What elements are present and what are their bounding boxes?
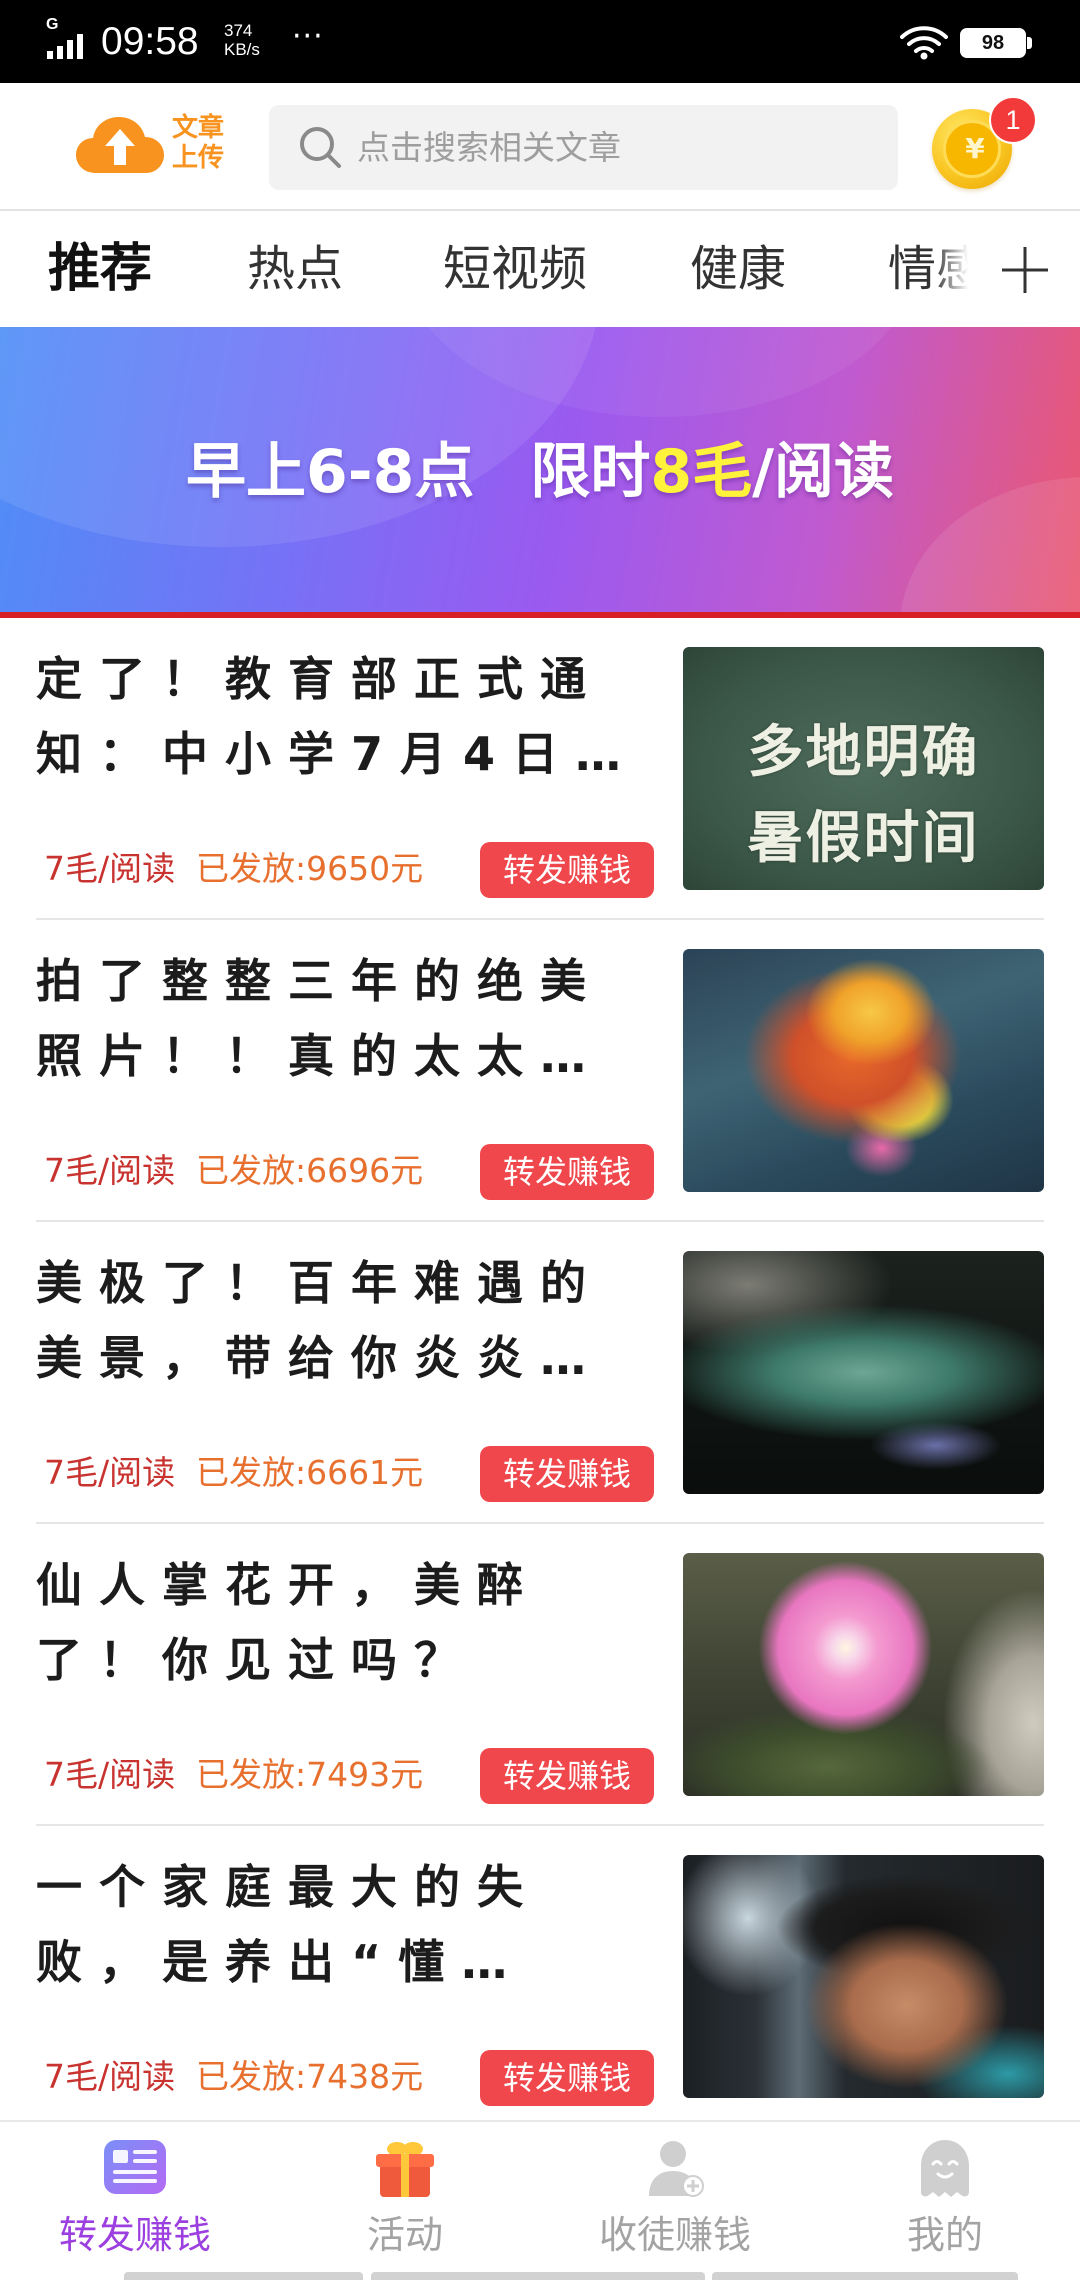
clock-time: 09:58 — [101, 20, 199, 63]
search-input[interactable] — [357, 105, 877, 190]
gift-icon — [376, 2142, 434, 2197]
article-title-line: 一个家庭最大的失 — [36, 1860, 540, 1914]
article-thumbnail[interactable] — [683, 949, 1044, 1192]
signal-icon — [47, 34, 83, 59]
article-title-line: 美极了！百年难遇的 — [36, 1256, 603, 1310]
nav-recruit-earn[interactable]: 收徒赚钱 — [540, 2122, 810, 2280]
more-notifications-icon: ··· — [292, 19, 324, 54]
article-title-line: 定了！教育部正式通 — [36, 652, 603, 706]
status-bar: G 09:58 374 KB/s ··· 98 — [0, 0, 1080, 83]
top-header: 文章 上传 ¥ 1 — [0, 83, 1080, 211]
article-rate: 7毛/阅读 — [44, 1453, 176, 1492]
category-tabs: 推荐 热点 短视频 健康 情感 — [0, 211, 1080, 327]
tabs-fade-overlay — [934, 211, 968, 327]
network-type: G — [46, 16, 59, 33]
article-title[interactable]: 美极了！百年难遇的 美景，带给你炎炎… — [36, 1246, 656, 1396]
profile-face-icon — [921, 2140, 969, 2197]
article-paid-amount: 已发放:7438元 — [196, 2057, 424, 2096]
network-speed: 374 KB/s — [224, 21, 288, 59]
share-earn-button[interactable]: 转发赚钱 — [480, 1144, 654, 1200]
nav-label: 收徒赚钱 — [598, 2213, 751, 2257]
article-title[interactable]: 定了！教育部正式通 知：中小学7月4日… — [36, 642, 656, 792]
nav-activity[interactable]: 活动 — [270, 2122, 540, 2280]
app-screen: G 09:58 374 KB/s ··· 98 文章 上传 点击搜索相关文章 ¥… — [0, 0, 1080, 2280]
banner-time-text: 早上6-8点 — [185, 436, 475, 507]
thumbnail-caption-line: 多地明确 — [747, 720, 980, 785]
banner-highlight-text: 8毛 — [650, 436, 753, 507]
battery-icon: 98 — [960, 28, 1026, 58]
article-title-line: 美景，带给你炎炎… — [36, 1331, 603, 1385]
network-speed-unit: KB/s — [224, 40, 260, 59]
article-item[interactable]: 定了！教育部正式通 知：中小学7月4日… 7毛/阅读 已发放:9650元 转发赚… — [0, 618, 1080, 920]
tab-health[interactable]: 健康 — [690, 211, 786, 327]
nav-label: 活动 — [366, 2213, 443, 2257]
article-title-line: 知：中小学7月4日… — [36, 727, 639, 781]
bottom-navigation: 转发赚钱 活动 收徒赚钱 我的 — [0, 2120, 1080, 2280]
share-earn-button[interactable]: 转发赚钱 — [480, 842, 654, 898]
add-follower-icon — [649, 2141, 704, 2197]
nav-share-earn[interactable]: 转发赚钱 — [0, 2122, 270, 2280]
thumbnail-caption: 多地明确 暑假时间 — [683, 710, 1044, 882]
article-item[interactable]: 拍了整整三年的绝美 照片！！真的太太… 7毛/阅读 已发放:6696元 转发赚钱 — [0, 920, 1080, 1222]
plus-icon[interactable] — [998, 243, 1052, 297]
search-icon — [300, 127, 341, 168]
tab-short-video[interactable]: 短视频 — [443, 211, 587, 327]
article-paid-amount: 已发放:7493元 — [196, 1755, 424, 1794]
article-thumbnail[interactable] — [683, 1251, 1044, 1494]
banner-per-read-text: /阅读 — [752, 436, 895, 507]
nav-label: 转发赚钱 — [58, 2213, 211, 2257]
thumbnail-caption-line: 暑假时间 — [747, 806, 980, 871]
article-title-line: 了！你见过吗？ — [36, 1633, 477, 1687]
bottom-indicator-segment — [712, 2272, 1018, 2280]
article-rate: 7毛/阅读 — [44, 1755, 176, 1794]
bottom-indicator-segment — [124, 2272, 363, 2280]
battery-nub — [1027, 37, 1032, 49]
article-item[interactable]: 一个家庭最大的失 败，是养出“懂… 7毛/阅读 已发放:7438元 转发赚钱 — [0, 1826, 1080, 2128]
share-earn-button[interactable]: 转发赚钱 — [480, 2050, 654, 2106]
banner-text: 早上6-8点 限时 8毛 /阅读 — [0, 327, 1080, 605]
logo-text-line1: 文章 — [172, 113, 225, 143]
logo-text: 文章 上传 — [172, 113, 234, 173]
article-paid-amount: 已发放:9650元 — [196, 849, 424, 888]
notification-badge: 1 — [989, 96, 1037, 144]
share-earn-button[interactable]: 转发赚钱 — [480, 1748, 654, 1804]
network-speed-value: 374 — [224, 21, 253, 40]
cloud-upload-icon — [76, 117, 164, 173]
search-bar[interactable] — [269, 105, 898, 190]
article-title[interactable]: 拍了整整三年的绝美 照片！！真的太太… — [36, 944, 656, 1094]
article-title-line: 拍了整整三年的绝美 — [36, 954, 603, 1008]
article-item[interactable]: 美极了！百年难遇的 美景，带给你炎炎… 7毛/阅读 已发放:6661元 转发赚钱 — [0, 1222, 1080, 1524]
article-title-line: 败，是养出“懂… — [36, 1935, 525, 1989]
article-item[interactable]: 仙人掌花开，美醉 了！你见过吗？ 7毛/阅读 已发放:7493元 转发赚钱 — [0, 1524, 1080, 1826]
article-card-icon — [104, 2140, 166, 2194]
article-thumbnail[interactable] — [683, 1553, 1044, 1796]
wifi-icon — [900, 26, 948, 60]
promo-banner[interactable]: 早上6-8点 限时 8毛 /阅读 — [0, 327, 1080, 612]
article-thumbnail[interactable]: 多地明确 暑假时间 — [683, 647, 1044, 890]
article-rate: 7毛/阅读 — [44, 2057, 176, 2096]
article-thumbnail[interactable] — [683, 1855, 1044, 2098]
article-rate: 7毛/阅读 — [44, 1151, 176, 1190]
article-title[interactable]: 一个家庭最大的失 败，是养出“懂… — [36, 1850, 656, 2000]
article-paid-amount: 已发放:6661元 — [196, 1453, 424, 1492]
nav-mine[interactable]: 我的 — [810, 2122, 1080, 2280]
tab-recommend[interactable]: 推荐 — [48, 211, 152, 327]
tabs-scroll-area[interactable]: 推荐 热点 短视频 健康 情感 — [0, 211, 968, 327]
article-title-line: 照片！！真的太太… — [36, 1029, 603, 1083]
banner-limited-text: 限时 — [530, 436, 651, 507]
logo-text-line2: 上传 — [172, 143, 225, 173]
article-title-line: 仙人掌花开，美醉 — [36, 1558, 540, 1612]
article-upload-button[interactable]: 文章 上传 — [74, 111, 234, 177]
tab-hot[interactable]: 热点 — [247, 211, 343, 327]
nav-label: 我的 — [906, 2213, 983, 2257]
bottom-indicator-segment — [371, 2272, 705, 2280]
article-paid-amount: 已发放:6696元 — [196, 1151, 424, 1190]
share-earn-button[interactable]: 转发赚钱 — [480, 1446, 654, 1502]
article-rate: 7毛/阅读 — [44, 849, 176, 888]
article-title[interactable]: 仙人掌花开，美醉 了！你见过吗？ — [36, 1548, 656, 1698]
